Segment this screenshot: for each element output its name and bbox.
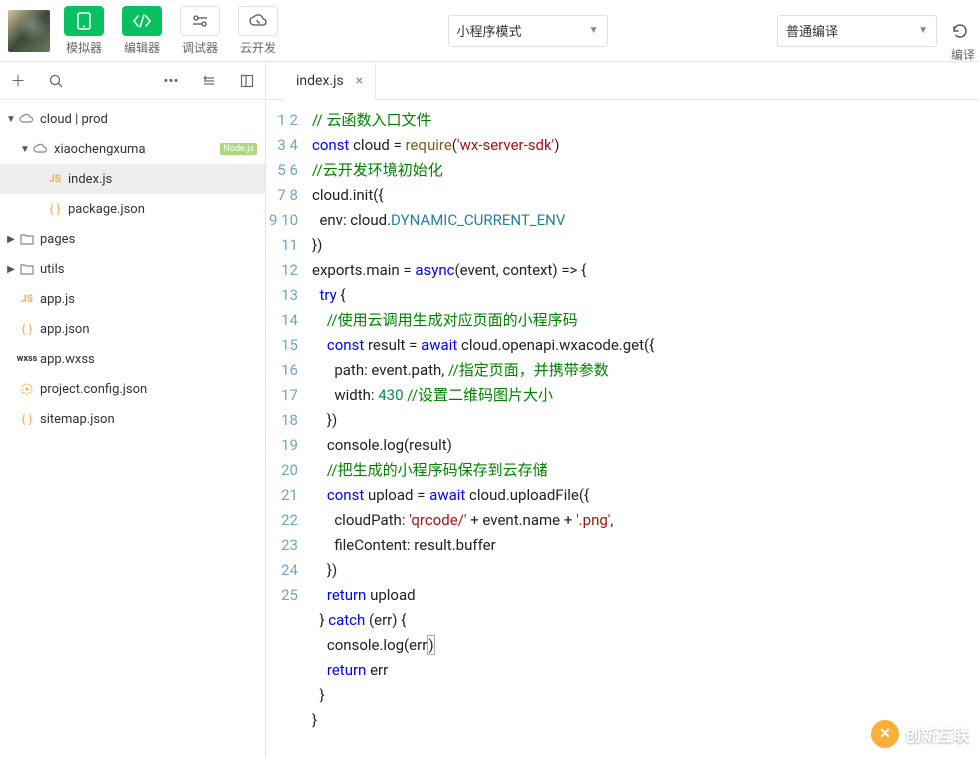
tree-label: project.config.json [40, 382, 147, 397]
json-file-icon: { } [46, 202, 64, 216]
phone-icon [64, 6, 104, 36]
tree-file-package[interactable]: { } package.json [0, 194, 265, 224]
caret-icon: ▼ [589, 25, 599, 36]
search-icon[interactable] [46, 74, 66, 88]
file-tree: ▼ cloud | prod ▼ xiaochengxuma Node.js J… [0, 100, 265, 434]
chevron-down-icon: ▼ [4, 114, 18, 125]
debugger-button[interactable]: 调试器 [174, 3, 226, 59]
tree-folder-xiao[interactable]: ▼ xiaochengxuma Node.js [0, 134, 265, 164]
tree-label: index.js [68, 172, 112, 187]
collapse-icon[interactable] [199, 74, 219, 88]
tab-index-js[interactable]: index.js × [284, 62, 376, 100]
avatar[interactable] [8, 10, 50, 52]
tree-label: utils [40, 262, 64, 277]
mode-select-value: 小程序模式 [457, 21, 522, 40]
chevron-right-icon: ▶ [4, 234, 18, 245]
cloud-button[interactable]: 云开发 [232, 3, 284, 59]
tree-file-project[interactable]: project.config.json [0, 374, 265, 404]
editor-pane: index.js × 1 2 3 4 5 6 7 8 9 10 11 12 13… [266, 62, 979, 758]
tree-folder-pages[interactable]: ▶ pages [0, 224, 265, 254]
line-gutter: 1 2 3 4 5 6 7 8 9 10 11 12 13 14 15 16 1… [266, 108, 312, 758]
tree-label: pages [40, 232, 75, 247]
tree-file-sitemap[interactable]: { } sitemap.json [0, 404, 265, 434]
refresh-button[interactable] [949, 22, 971, 40]
mode-select[interactable]: 小程序模式 ▼ [448, 15, 608, 47]
tree-file-appjs[interactable]: JS app.js [0, 284, 265, 314]
tree-label: app.json [40, 322, 90, 337]
add-icon[interactable]: ＋ [8, 70, 28, 91]
config-file-icon [18, 382, 36, 396]
cloud-icon [238, 6, 278, 36]
simulator-label: 模拟器 [66, 39, 102, 56]
tree-label: package.json [68, 202, 145, 217]
json-file-icon: { } [18, 322, 36, 336]
tree-label: app.js [40, 292, 75, 307]
cloud-folder-icon [18, 113, 36, 125]
tree-root[interactable]: ▼ cloud | prod [0, 104, 265, 134]
file-sidebar: ＋ ••• ▼ cloud | prod ▼ [0, 62, 266, 758]
sidebar-toolbar: ＋ ••• [0, 62, 265, 100]
folder-icon [18, 263, 36, 275]
compile-select[interactable]: 普通编译 ▼ [777, 15, 937, 47]
tree-folder-utils[interactable]: ▶ utils [0, 254, 265, 284]
chevron-down-icon: ▼ [18, 144, 32, 155]
debugger-label: 调试器 [182, 39, 218, 56]
caret-icon: ▼ [918, 25, 928, 36]
js-file-icon: JS [18, 294, 36, 305]
code-lines[interactable]: // 云函数入口文件 const cloud = require('wx-ser… [312, 108, 979, 758]
tree-label: sitemap.json [40, 412, 115, 427]
wxss-file-icon: wxss [18, 354, 36, 364]
tree-file-index[interactable]: JS index.js [0, 164, 265, 194]
json-file-icon: { } [18, 412, 36, 426]
cloud-folder-icon [32, 143, 50, 155]
editor-tabs: index.js × [266, 62, 979, 100]
top-toolbar: 模拟器 编辑器 调试器 云开发 小程序模式 ▼ 普通编译 ▼ 编译 [0, 0, 979, 62]
tree-label: cloud | prod [40, 112, 108, 127]
simulator-button[interactable]: 模拟器 [58, 3, 110, 59]
watermark-logo-icon: ✕ [871, 720, 899, 748]
more-icon[interactable]: ••• [161, 72, 181, 90]
tree-label: xiaochengxuma [54, 142, 146, 157]
main-area: ＋ ••• ▼ cloud | prod ▼ [0, 62, 979, 758]
compile-label: 编译 [951, 46, 975, 63]
watermark: ✕ 创新互联 [871, 720, 969, 748]
settings-icon [180, 6, 220, 36]
editor-button[interactable]: 编辑器 [116, 3, 168, 59]
node-badge: Node.js [220, 143, 257, 155]
editor-label: 编辑器 [124, 39, 160, 56]
js-file-icon: JS [46, 174, 64, 185]
tab-label: index.js [296, 73, 344, 89]
watermark-text: 创新互联 [905, 722, 969, 746]
tree-file-appjson[interactable]: { } app.json [0, 314, 265, 344]
code-editor[interactable]: 1 2 3 4 5 6 7 8 9 10 11 12 13 14 15 16 1… [266, 100, 979, 758]
tree-file-appwxss[interactable]: wxss app.wxss [0, 344, 265, 374]
tree-label: app.wxss [40, 352, 95, 367]
folder-icon [18, 233, 36, 245]
layout-icon[interactable] [237, 74, 257, 88]
code-icon [122, 6, 162, 36]
close-icon[interactable]: × [356, 73, 363, 89]
compile-select-value: 普通编译 [786, 21, 838, 40]
cloud-label: 云开发 [240, 39, 276, 56]
chevron-right-icon: ▶ [4, 264, 18, 275]
